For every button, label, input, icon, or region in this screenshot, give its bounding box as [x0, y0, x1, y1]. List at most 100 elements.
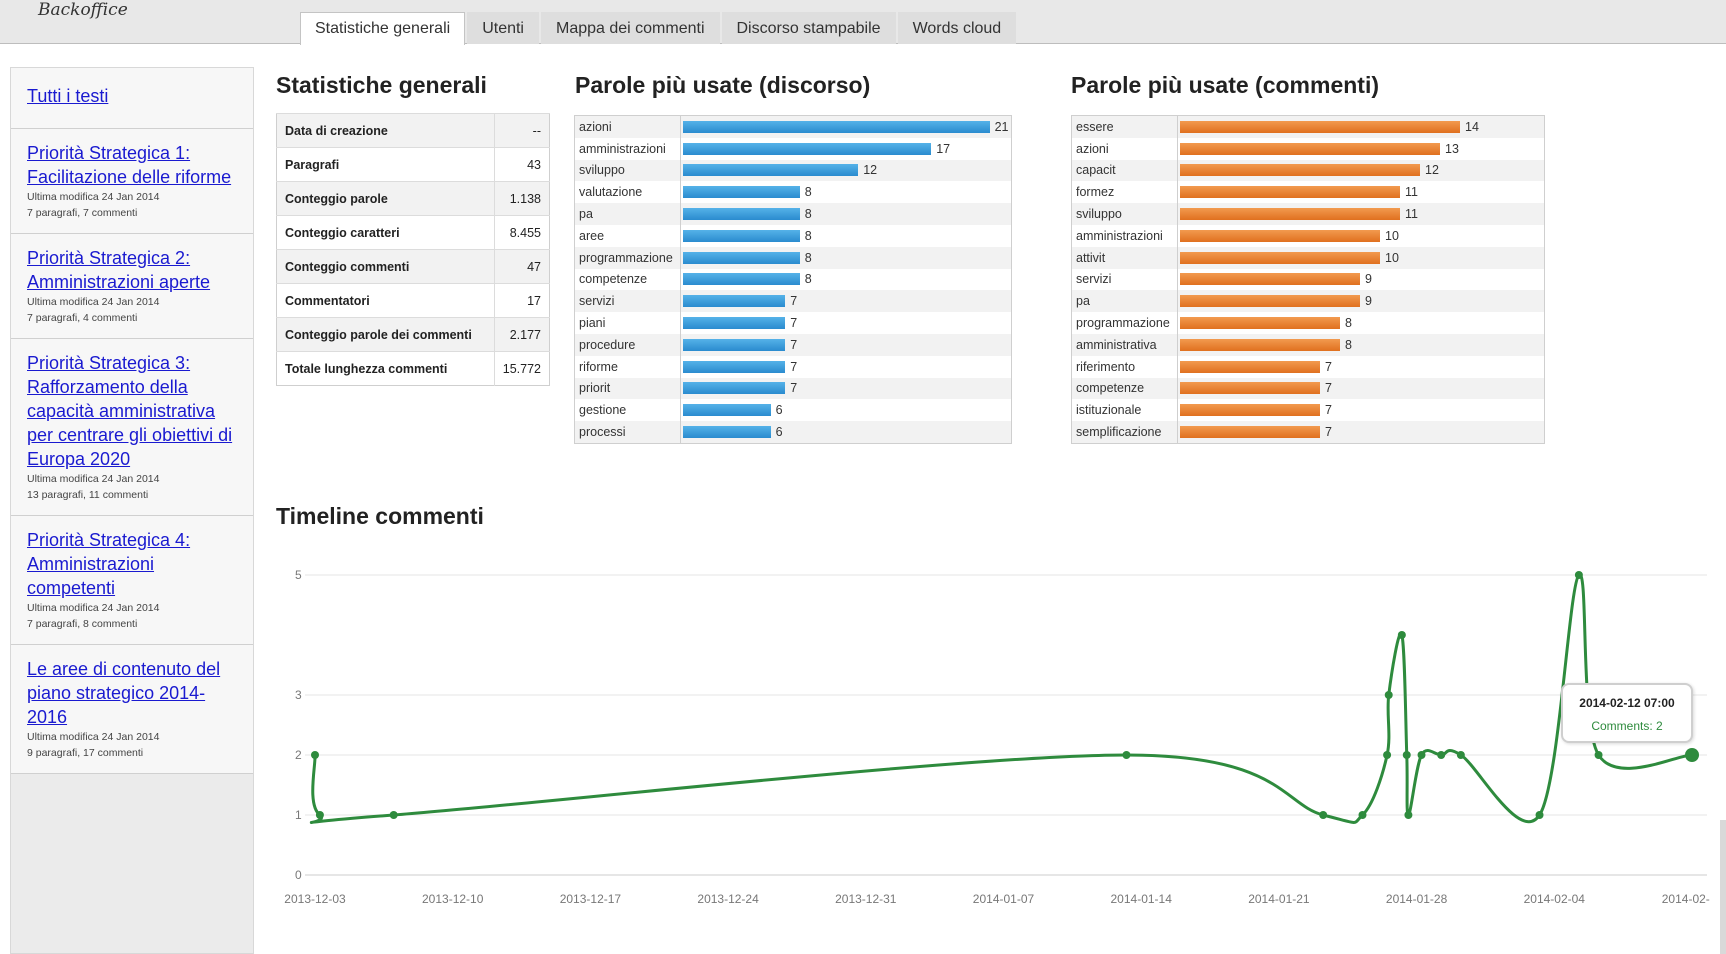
word-label: aree — [575, 224, 681, 247]
word-count: 11 — [1405, 207, 1418, 222]
timeline-x-tick: 2013-12-03 — [284, 892, 346, 906]
word-bar-row: valutazione 8 — [575, 181, 1011, 204]
sidebar-link-text[interactable]: Priorità Strategica 1: Facilitazione del… — [27, 141, 237, 189]
stats-value: 8.455 — [494, 215, 550, 250]
timeline-y-tick: 1 — [295, 808, 302, 822]
word-bar — [1180, 426, 1320, 439]
stats-value: -- — [494, 113, 550, 148]
sidebar-item-counts: 7 paragrafi, 8 commenti — [27, 618, 138, 630]
timeline-point[interactable] — [1535, 811, 1544, 819]
word-bar-row: istituzionale 7 — [1072, 399, 1544, 422]
tab-discorso-stampabile[interactable]: Discorso stampabile — [721, 12, 896, 44]
timeline-point[interactable] — [1384, 691, 1393, 699]
words-speech-chart: azioni 21 amministrazioni 17 sviluppo 12 valut… — [574, 115, 1012, 444]
timeline-y-tick: 5 — [295, 568, 302, 582]
word-count: 6 — [775, 403, 783, 418]
scrollbar[interactable] — [1720, 820, 1726, 954]
timeline-point[interactable] — [311, 751, 319, 759]
timeline-y-tick: 2 — [295, 748, 302, 762]
tab-utenti[interactable]: Utenti — [467, 12, 539, 44]
sidebar-item-counts: 13 paragrafi, 11 commenti — [27, 489, 149, 501]
timeline-point[interactable] — [1402, 751, 1411, 759]
timeline-x-tick: 2013-12-24 — [697, 892, 759, 906]
stats-value: 43 — [494, 147, 550, 182]
stats-value: 47 — [494, 249, 550, 284]
sidebar-link-text[interactable]: Le aree di contenuto del piano strategic… — [27, 657, 237, 729]
timeline-point[interactable] — [315, 811, 324, 819]
timeline-point[interactable] — [1358, 811, 1367, 819]
brand-logo: Backoffice — [38, 0, 128, 20]
word-bar — [683, 186, 800, 199]
word-count: 6 — [775, 425, 783, 440]
word-label: processi — [575, 421, 681, 443]
timeline-point[interactable] — [1383, 751, 1392, 759]
word-bar — [683, 404, 771, 417]
word-bar — [683, 338, 786, 351]
word-count: 10 — [1385, 228, 1399, 243]
timeline-x-tick: 2014-01-14 — [1111, 892, 1173, 906]
word-count: 21 — [994, 119, 1009, 134]
timeline-point[interactable] — [1685, 748, 1699, 762]
word-bar — [683, 251, 800, 264]
timeline-point[interactable] — [1417, 751, 1426, 759]
timeline-point[interactable] — [1122, 751, 1131, 759]
word-bar-row: riferimento 7 — [1072, 355, 1544, 378]
word-label: pa — [1072, 290, 1178, 313]
word-label: programmazione — [575, 246, 681, 269]
tab-statistiche-generali[interactable]: Statistiche generali — [300, 12, 466, 45]
timeline-x-tick: 2014-01-07 — [973, 892, 1035, 906]
word-bar-row: competenze 7 — [1072, 377, 1544, 400]
word-label: programmazione — [1072, 312, 1178, 334]
word-label: formez — [1072, 181, 1178, 204]
word-count: 13 — [1445, 141, 1459, 156]
word-count: 10 — [1385, 250, 1399, 265]
word-count: 9 — [1365, 272, 1372, 287]
word-label: procedure — [575, 333, 681, 356]
word-bar-row: sviluppo 12 — [575, 159, 1011, 182]
word-label: semplificazione — [1072, 421, 1178, 443]
timeline-point[interactable] — [1319, 811, 1328, 819]
sidebar-link-all-texts[interactable]: Tutti i testi — [27, 84, 237, 108]
word-bar — [683, 164, 859, 177]
timeline-point[interactable] — [1574, 571, 1583, 579]
word-count: 7 — [790, 359, 798, 374]
app-root: Backoffice Statistiche generali Utenti M… — [0, 0, 1726, 954]
word-bar — [1180, 186, 1400, 199]
sidebar-item-counts: 9 paragrafi, 17 commenti — [27, 747, 144, 759]
stats-title: Statistiche generali — [276, 72, 487, 98]
timeline-point[interactable] — [1397, 631, 1406, 639]
word-count: 7 — [1325, 403, 1332, 418]
word-bar-row: formez 11 — [1072, 181, 1544, 204]
sidebar-item-text-1: Priorità Strategica 1: Facilitazione del… — [11, 129, 253, 234]
stats-label: Commentatori — [276, 283, 495, 318]
word-bar-row: priorit 7 — [575, 377, 1011, 400]
sidebar-link-text[interactable]: Priorità Strategica 3: Rafforzamento del… — [27, 351, 237, 471]
word-bar — [683, 426, 771, 439]
word-count: 8 — [804, 207, 812, 222]
words-comments-title: Parole più usate (commenti) — [1071, 72, 1380, 98]
sidebar-link-text[interactable]: Priorità Strategica 2: Amministrazioni a… — [27, 246, 237, 294]
word-label: amministrazioni — [575, 137, 681, 160]
timeline-point[interactable] — [389, 811, 398, 819]
tab-bar: Statistiche generali Utenti Mappa dei co… — [300, 12, 1018, 45]
word-label: amministrativa — [1072, 333, 1178, 356]
stats-value: 2.177 — [494, 317, 550, 352]
sidebar-link-text[interactable]: Priorità Strategica 4: Amministrazioni c… — [27, 528, 237, 600]
word-count: 8 — [804, 185, 812, 200]
timeline-x-tick: 2013-12-17 — [560, 892, 622, 906]
timeline-line — [309, 573, 1693, 824]
sidebar-item-text-2: Priorità Strategica 2: Amministrazioni a… — [11, 234, 253, 339]
word-count: 8 — [1345, 337, 1352, 352]
timeline-point[interactable] — [1594, 751, 1603, 759]
word-bar-row: amministrativa 8 — [1072, 333, 1544, 356]
sidebar-item-counts: 7 paragrafi, 7 commenti — [27, 207, 138, 219]
timeline-point[interactable] — [1456, 751, 1465, 759]
words-comments-chart: essere 14 azioni 13 capacit 12 formez 11 svilupp… — [1071, 115, 1545, 444]
tab-words-cloud[interactable]: Words cloud — [897, 12, 1017, 44]
word-bar — [683, 382, 786, 395]
tab-mappa-commenti[interactable]: Mappa dei commenti — [540, 12, 720, 44]
stats-row: Totale lunghezza commenti 15.772 — [276, 351, 550, 386]
timeline-point[interactable] — [1404, 811, 1413, 819]
timeline-point[interactable] — [1437, 751, 1446, 759]
word-bar — [683, 273, 800, 286]
